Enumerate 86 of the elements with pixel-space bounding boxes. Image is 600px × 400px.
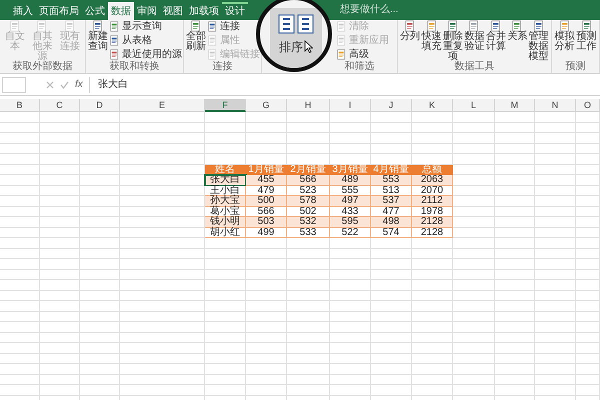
sort-button[interactable]: 排序 — [279, 38, 303, 56]
table-cell: 455 — [246, 175, 287, 186]
ribbon-button[interactable]: 最近使用的源 — [109, 48, 182, 61]
ribbon-button[interactable]: 从表格 — [109, 34, 182, 47]
table-cell: 499 — [246, 228, 287, 238]
column-header[interactable]: N — [535, 99, 576, 112]
table-cell: 500 — [246, 196, 287, 206]
table-cell: 566 — [246, 206, 287, 217]
column-header[interactable]: H — [287, 99, 330, 112]
table-cell: 523 — [287, 186, 330, 196]
table-cell: 533 — [287, 228, 330, 238]
table-header-cell: 2月销量 — [287, 164, 330, 175]
table-cell: 2128 — [412, 217, 453, 228]
table-cell[interactable]: 孙大宝 — [205, 196, 246, 206]
ribbon-tab[interactable]: 公式 — [82, 2, 108, 20]
ribbon-button[interactable]: 预测工作 — [576, 20, 597, 62]
column-header[interactable]: L — [453, 99, 495, 112]
table-header-cell: 1月销量 — [246, 164, 287, 175]
ribbon-tab[interactable]: 视图 — [160, 2, 186, 20]
column-header[interactable]: O — [576, 99, 600, 112]
ribbon-tab[interactable]: 页面布局 — [36, 2, 82, 20]
table-cell: 555 — [330, 186, 371, 196]
ribbon-button[interactable]: 关系 — [507, 20, 528, 62]
ribbon-button[interactable]: 管理数据模型 — [528, 20, 549, 62]
table-cell: 1978 — [412, 206, 453, 217]
ribbon-tab[interactable]: 审阅 — [134, 2, 160, 20]
table-cell[interactable]: 钱小明 — [205, 217, 246, 228]
group-label: 获取外部数据 — [12, 62, 74, 73]
table-cell: 2070 — [412, 186, 453, 196]
ribbon-button[interactable]: 全部刷新 — [186, 20, 206, 62]
tell-me-field[interactable]: 想要做什么... — [340, 2, 398, 20]
ribbon-button[interactable]: 新建查询 — [88, 20, 108, 62]
ribbon-tab[interactable]: 数据 — [108, 2, 134, 20]
table-cell: 498 — [371, 217, 412, 228]
group-label: 获取和转换 — [108, 62, 160, 73]
insert-function-button[interactable]: fx — [75, 77, 83, 92]
column-header[interactable]: K — [412, 99, 453, 112]
ribbon-button[interactable]: 模拟分析 — [554, 20, 575, 62]
table-cell: 595 — [330, 217, 371, 228]
formula-input[interactable]: 张大白 — [88, 76, 598, 92]
column-header[interactable]: J — [371, 99, 412, 112]
table-cell: 489 — [330, 175, 371, 186]
table-cell: 513 — [371, 186, 412, 196]
ribbon-button[interactable]: 快速填充 — [421, 20, 442, 62]
ribbon-button[interactable]: 合并计算 — [486, 20, 506, 62]
table-cell: 553 — [371, 175, 412, 186]
column-header[interactable]: B — [0, 99, 40, 112]
table-cell: 574 — [371, 228, 412, 238]
table-cell: 479 — [246, 186, 287, 196]
table-cell: 578 — [287, 196, 330, 206]
ribbon-button[interactable]: 分列 — [400, 20, 420, 62]
column-header[interactable]: G — [246, 99, 287, 112]
ribbon-button[interactable]: 高级 — [336, 48, 389, 61]
table-cell: 433 — [330, 206, 371, 217]
group-label: 连接 — [212, 62, 234, 73]
column-header[interactable]: E — [120, 99, 205, 112]
table-cell: 537 — [371, 196, 412, 206]
group-label: 数据工具 — [454, 62, 496, 73]
table-cell: 502 — [287, 206, 330, 217]
table-cell[interactable]: 胡小红 — [205, 228, 246, 238]
table-cell: 2063 — [412, 175, 453, 186]
column-header[interactable]: C — [40, 99, 80, 112]
ribbon-button[interactable]: 数据验证 — [464, 20, 485, 62]
table-cell: 477 — [371, 206, 412, 217]
table-cell: 497 — [330, 196, 371, 206]
table-cell[interactable]: 王小白 — [205, 186, 246, 196]
table-cell: 532 — [287, 217, 330, 228]
ribbon-button[interactable]: 显示查询 — [109, 20, 182, 33]
ribbon-button[interactable]: 删除重复项 — [442, 20, 464, 62]
column-header[interactable]: M — [495, 99, 535, 112]
column-header[interactable]: I — [330, 99, 371, 112]
table-header-cell: 3月销量 — [330, 164, 371, 175]
column-header[interactable]: D — [80, 99, 120, 112]
table-cell: 2112 — [412, 196, 453, 206]
column-header[interactable]: F — [205, 99, 246, 112]
group-label: 预测 — [564, 62, 586, 73]
ribbon-tab[interactable]: 加载项 — [186, 2, 222, 20]
table-cell[interactable]: 葛小宝 — [205, 206, 246, 217]
table-cell: 503 — [246, 217, 287, 228]
table-cell: 522 — [330, 228, 371, 238]
ribbon-tab[interactable]: 插入 — [10, 2, 36, 20]
table-header-cell: 总额 — [412, 164, 453, 175]
table-cell: 566 — [287, 175, 330, 186]
table-header-cell: 4月销量 — [371, 164, 412, 175]
table-cell: 2128 — [412, 228, 453, 238]
group-label: 和筛选 — [344, 62, 376, 73]
